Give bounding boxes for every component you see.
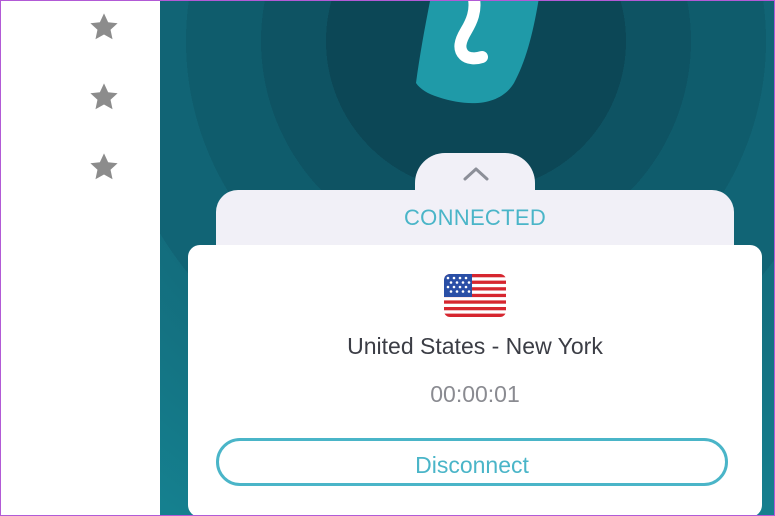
- sidebar: [1, 1, 160, 515]
- us-flag-icon: [444, 274, 506, 317]
- star-icon[interactable]: [88, 151, 120, 183]
- connection-status: CONNECTED: [403, 205, 547, 230]
- connection-panel: CONNECTED United States - New York 00:00…: [160, 1, 774, 515]
- star-icon[interactable]: [88, 11, 120, 43]
- star-icon[interactable]: [88, 81, 120, 113]
- chevron-up-icon[interactable]: [461, 164, 491, 182]
- connection-card: United States - New York 00:00:01 Discon…: [188, 245, 762, 515]
- disconnect-button[interactable]: Disconnect: [216, 438, 728, 486]
- app-window: CONNECTED United States - New York 00:00…: [0, 0, 775, 516]
- connection-timer: 00:00:01: [430, 381, 520, 407]
- server-location: United States - New York: [347, 333, 603, 359]
- surfshark-logo-icon: [414, 1, 540, 113]
